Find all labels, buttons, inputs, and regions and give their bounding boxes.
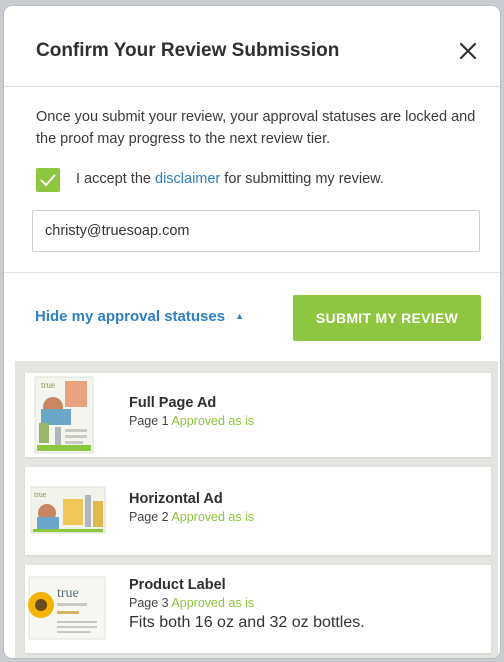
disclaimer-label: I accept the disclaimer for submitting m…: [76, 171, 384, 187]
hide-statuses-toggle[interactable]: Hide my approval statuses ▲: [35, 308, 244, 325]
list-item-horizontal-ad[interactable]: true Horizontal Ad Page 2 Approved as is: [25, 467, 491, 555]
approval-status: Approved as is: [171, 510, 255, 524]
thumb-brand-text: true: [57, 586, 79, 601]
item-title: Full Page Ad: [129, 395, 217, 411]
dialog-header: Confirm Your Review Submission: [4, 6, 500, 87]
thumbnail-horizontal-ad: true: [25, 467, 109, 555]
product-label-thumbnail-image: true: [25, 565, 109, 653]
approval-status-list: true Full Page Ad Page 1 Approved as is: [15, 361, 498, 658]
item-text: Horizontal Ad Page 2 Approved as is: [129, 491, 254, 524]
item-subtitle: Page 2 Approved as is: [129, 510, 254, 524]
item-page: Page 2: [129, 510, 169, 524]
submit-review-button[interactable]: SUBMIT MY REVIEW: [293, 295, 481, 341]
approval-status: Approved as is: [171, 596, 255, 610]
item-note: Fits both 16 oz and 32 oz bottles.: [129, 614, 365, 631]
item-subtitle: Page 3 Approved as is: [129, 596, 365, 610]
item-title: Horizontal Ad: [129, 491, 223, 507]
disclaimer-link[interactable]: disclaimer: [155, 171, 220, 187]
thumb-brand-text: true: [34, 490, 47, 499]
checkmark-icon: [40, 174, 56, 186]
caret-up-icon: ▲: [235, 311, 244, 321]
divider: [4, 272, 500, 273]
thumb-brand-text: true: [41, 380, 55, 390]
list-item-product-label[interactable]: true Product Label Page 3 Approved as is…: [25, 565, 491, 653]
close-button[interactable]: [454, 37, 482, 65]
horizontal-ad-thumbnail-image: true: [25, 467, 109, 555]
item-text: Full Page Ad Page 1 Approved as is: [129, 395, 254, 428]
disclaimer-prefix: I accept the: [76, 171, 155, 187]
item-title: Product Label: [129, 577, 226, 593]
thumbnail-product-label: true: [25, 565, 109, 653]
close-icon: [459, 42, 477, 60]
approval-status: Approved as is: [171, 414, 255, 428]
hide-statuses-label: Hide my approval statuses: [35, 308, 226, 325]
disclaimer-checkbox[interactable]: [36, 168, 60, 192]
item-subtitle: Page 1 Approved as is: [129, 414, 254, 428]
sunflower-graphic: [28, 592, 54, 618]
item-page: Page 3: [129, 596, 169, 610]
thumbnail-full-page-ad: true: [25, 373, 109, 457]
item-page: Page 1: [129, 414, 169, 428]
item-text: Product Label Page 3 Approved as is Fits…: [129, 577, 365, 632]
disclaimer-suffix: for submitting my review.: [220, 171, 384, 187]
email-input[interactable]: [32, 210, 480, 252]
full-page-ad-thumbnail-image: true: [25, 373, 109, 457]
intro-text: Once you submit your review, your approv…: [36, 109, 476, 147]
review-submission-dialog: Confirm Your Review Submission Once you …: [4, 6, 500, 658]
list-item-full-page-ad[interactable]: true Full Page Ad Page 1 Approved as is: [25, 373, 491, 457]
dialog-title: Confirm Your Review Submission: [36, 40, 340, 61]
